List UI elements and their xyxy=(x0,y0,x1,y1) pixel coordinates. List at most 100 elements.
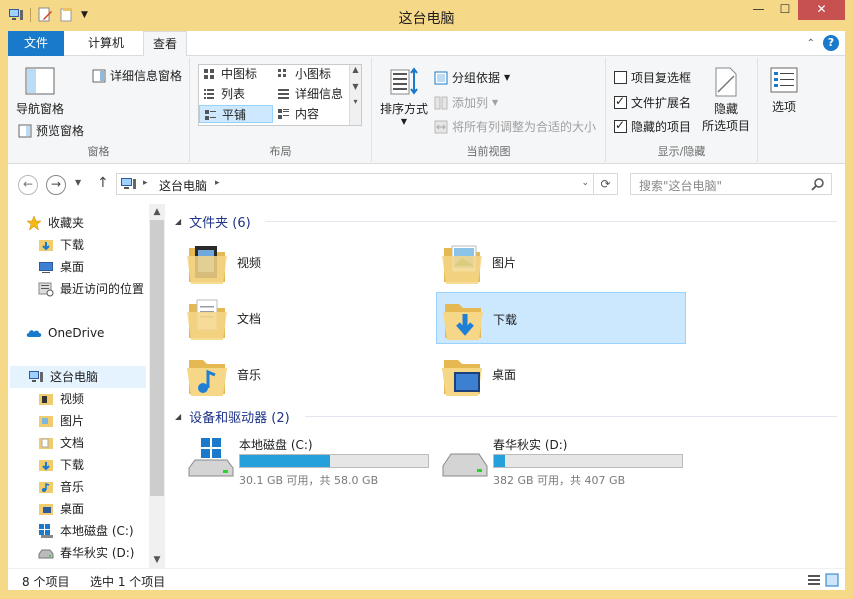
details-view-icon[interactable] xyxy=(807,573,821,587)
nav-pane-icon xyxy=(25,67,55,95)
nav-pc-drive-c[interactable]: 本地磁盘 (C:) xyxy=(38,520,134,542)
group-label-panes: 窗格 xyxy=(87,145,110,158)
content-icon xyxy=(278,109,289,119)
nav-pc-desktop[interactable]: 桌面 xyxy=(38,498,84,520)
computer-icon xyxy=(29,371,43,382)
music-folder-icon xyxy=(39,482,53,493)
computer-icon xyxy=(121,178,136,189)
options-button[interactable]: 选项 xyxy=(760,66,808,115)
breadcrumb-separator-icon[interactable]: ▸ xyxy=(143,178,148,188)
status-selected-count: 选中 1 个项目 xyxy=(90,575,166,589)
minimize-button[interactable]: — xyxy=(745,0,772,20)
folder-tile-desktop[interactable]: 桌面 xyxy=(436,348,686,400)
layout-small-icons[interactable]: 小图标 xyxy=(273,65,349,83)
folders-group-header[interactable]: ◢ 文件夹 (6) xyxy=(175,212,251,231)
drives-group-header[interactable]: ◢ 设备和驱动器 (2) xyxy=(175,407,290,426)
folder-tile-documents[interactable]: 文档 xyxy=(181,292,431,344)
preview-pane-button[interactable]: 预览窗格 xyxy=(18,122,84,139)
add-column-button[interactable]: 添加列 ▼ xyxy=(434,94,498,111)
refresh-button[interactable]: ⟳ xyxy=(594,173,618,195)
collapse-triangle-icon[interactable]: ◢ xyxy=(175,412,181,421)
drive-c-usage-fill xyxy=(240,455,330,467)
window-title: 这台电脑 xyxy=(398,11,455,27)
layout-content[interactable]: 内容 xyxy=(273,105,349,123)
folder-tile-downloads[interactable]: 下载 xyxy=(436,292,686,344)
breadcrumb-chevron-icon[interactable]: ▸ xyxy=(215,178,220,188)
folder-tile-music[interactable]: 音乐 xyxy=(181,348,431,400)
layout-list[interactable]: 列表 xyxy=(199,85,273,103)
desktop-icon xyxy=(39,262,53,273)
maximize-button[interactable]: ☐ xyxy=(772,0,798,20)
recent-locations-icon[interactable]: ▼ xyxy=(75,178,81,187)
item-checkboxes-toggle[interactable]: 项目复选框 xyxy=(614,69,691,86)
videos-folder-icon xyxy=(187,246,227,284)
address-bar[interactable]: ▸ 这台电脑 ▸ ⌄ xyxy=(116,173,594,195)
search-box[interactable]: 搜索"这台电脑" xyxy=(630,173,832,195)
address-dropdown-icon[interactable]: ⌄ xyxy=(581,178,589,188)
drive-tile-c[interactable]: 本地磁盘 (C:) 30.1 GB 可用，共 58.0 GB xyxy=(187,434,437,487)
back-button[interactable]: ← xyxy=(18,175,38,195)
up-icon[interactable]: ↑ xyxy=(97,175,109,191)
collapse-triangle-icon[interactable]: ◢ xyxy=(175,217,181,226)
ribbon: 导航窗格 预览窗格 详细信息窗格 窗格 中图标 小图标 列表 详细信息 平铺 内… xyxy=(8,56,845,164)
minimize-ribbon-icon[interactable]: ⌃ xyxy=(807,38,815,49)
layout-medium-icons[interactable]: 中图标 xyxy=(199,65,273,83)
windows-drive-icon xyxy=(39,524,53,538)
details-pane-button[interactable]: 详细信息窗格 xyxy=(92,67,182,84)
help-icon[interactable]: ? xyxy=(823,35,839,51)
folder-tile-videos[interactable]: 视频 xyxy=(181,236,431,288)
hidden-items-checkbox[interactable] xyxy=(614,118,627,133)
nav-pc-drive-d[interactable]: 春华秋实 (D:) xyxy=(38,542,134,564)
search-icon[interactable] xyxy=(811,177,825,191)
hide-selected-button[interactable]: 隐藏 所选项目 xyxy=(698,66,754,134)
nav-pc-downloads[interactable]: 下载 xyxy=(38,454,84,476)
sort-by-button[interactable]: 排序方式 ▼ xyxy=(378,66,430,126)
folder-tile-pictures[interactable]: 图片 xyxy=(436,236,686,288)
divider xyxy=(265,221,837,222)
tab-view[interactable]: 查看 xyxy=(143,31,187,57)
large-icons-view-icon[interactable] xyxy=(825,573,839,587)
desktop-folder-icon xyxy=(442,360,482,396)
tab-file[interactable]: 文件 xyxy=(8,31,64,56)
nav-pane-button[interactable]: 导航窗格 xyxy=(12,66,68,117)
group-layout: 中图标 小图标 列表 详细信息 平铺 内容 ▲ ▼ ▾ 布局 xyxy=(190,58,372,162)
hidden-items-toggle[interactable]: 隐藏的项目 xyxy=(614,118,691,135)
layout-gallery-scroll[interactable]: ▲ ▼ ▾ xyxy=(349,65,361,125)
forward-button[interactable]: → xyxy=(46,175,66,195)
add-column-icon xyxy=(434,96,448,109)
drive-d-usage-bar xyxy=(493,454,683,468)
nav-fav-downloads[interactable]: 下载 xyxy=(38,234,84,256)
nav-fav-recent[interactable]: 最近访问的位置 xyxy=(38,278,144,300)
nav-fav-desktop[interactable]: 桌面 xyxy=(38,256,84,278)
small-icons-icon xyxy=(278,69,286,77)
nav-scrollbar[interactable]: ▲ ▼ xyxy=(149,204,165,568)
nav-pc-music[interactable]: 音乐 xyxy=(38,476,84,498)
search-input[interactable]: 搜索"这台电脑" xyxy=(639,177,722,194)
nav-onedrive[interactable]: OneDrive xyxy=(26,322,104,344)
hard-drive-icon xyxy=(38,549,54,559)
scroll-down-icon[interactable]: ▼ xyxy=(149,552,165,568)
group-by-button[interactable]: 分组依据 ▼ xyxy=(434,69,510,86)
close-button[interactable]: ✕ xyxy=(798,0,845,20)
group-by-icon xyxy=(434,71,448,84)
drive-d-usage-fill xyxy=(494,455,505,467)
fit-columns-button[interactable]: 将所有列调整为合适的大小 xyxy=(434,118,596,135)
list-icon xyxy=(204,89,214,99)
breadcrumb-this-pc[interactable]: 这台电脑 xyxy=(159,177,207,194)
pictures-folder-icon xyxy=(39,416,53,427)
pictures-folder-icon xyxy=(442,245,482,284)
nav-pc-pictures[interactable]: 图片 xyxy=(38,410,84,432)
scroll-up-icon[interactable]: ▲ xyxy=(149,204,165,220)
file-extensions-checkbox[interactable] xyxy=(614,94,627,109)
file-extensions-toggle[interactable]: 文件扩展名 xyxy=(614,94,691,111)
nav-scroll-thumb[interactable] xyxy=(150,220,164,496)
tab-computer[interactable]: 计算机 xyxy=(68,31,144,56)
item-checkboxes-checkbox[interactable] xyxy=(614,71,627,84)
nav-this-pc[interactable]: 这台电脑 xyxy=(10,366,146,388)
layout-details[interactable]: 详细信息 xyxy=(273,85,349,103)
nav-favorites[interactable]: 收藏夹 xyxy=(26,212,84,234)
layout-tiles[interactable]: 平铺 xyxy=(199,105,273,123)
drive-tile-d[interactable]: 春华秋实 (D:) 382 GB 可用，共 407 GB xyxy=(441,434,691,487)
nav-pc-videos[interactable]: 视频 xyxy=(38,388,84,410)
nav-pc-documents[interactable]: 文档 xyxy=(38,432,84,454)
